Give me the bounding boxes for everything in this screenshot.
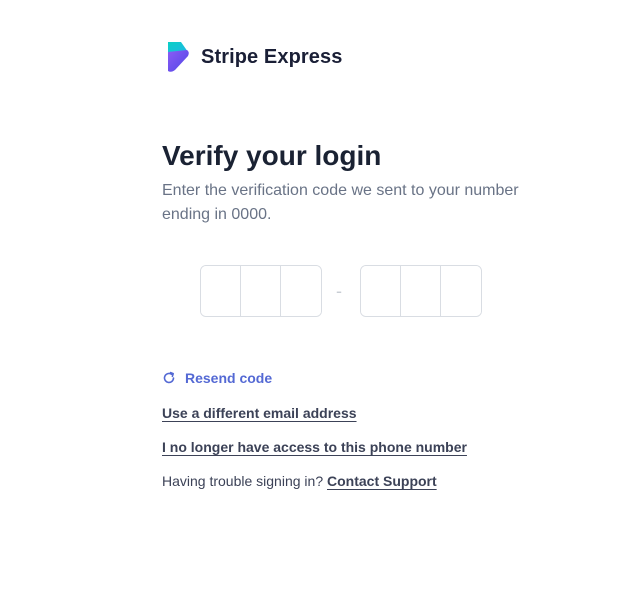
page-subtitle: Enter the verification code we sent to y…: [162, 182, 519, 223]
stripe-express-logo-icon: [168, 42, 189, 72]
code-digit-5[interactable]: [401, 266, 441, 316]
trouble-signing-in: Having trouble signing in? Contact Suppo…: [162, 472, 437, 490]
trouble-text: Having trouble signing in?: [162, 473, 324, 489]
code-digit-2[interactable]: [241, 266, 281, 316]
code-digit-4[interactable]: [361, 266, 401, 316]
resend-code-label: Resend code: [185, 370, 273, 386]
page-title: Verify your login: [162, 140, 382, 171]
code-separator: -: [336, 281, 342, 301]
use-different-email-link[interactable]: Use a different email address: [162, 404, 357, 422]
code-group-second: [360, 265, 482, 317]
code-digit-1[interactable]: [201, 266, 241, 316]
code-digit-6[interactable]: [441, 266, 481, 316]
code-digit-3[interactable]: [281, 266, 321, 316]
resend-code-button[interactable]: Resend code: [162, 369, 272, 387]
brand-name: Stripe Express: [201, 45, 343, 68]
header: Stripe Express: [165, 40, 342, 74]
refresh-icon: [163, 371, 175, 384]
contact-support-link[interactable]: Contact Support: [327, 473, 437, 489]
no-phone-access-link[interactable]: I no longer have access to this phone nu…: [162, 438, 467, 456]
code-group-first: [200, 265, 322, 317]
